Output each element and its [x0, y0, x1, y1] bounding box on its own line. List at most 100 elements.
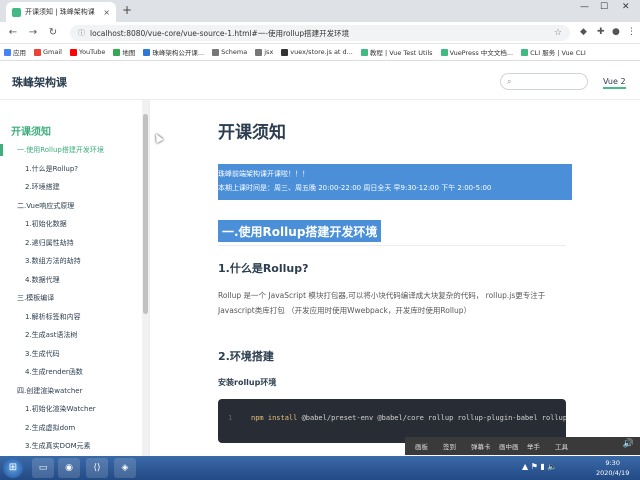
system-tray[interactable]: ▲ ⚑ ▮ 🔈	[522, 462, 557, 471]
player-button[interactable]: 工具	[555, 441, 583, 451]
bookmark-favicon-icon	[143, 48, 151, 56]
sidebar-item[interactable]: 2.环境搭建	[25, 182, 60, 192]
sidebar: 开课须知 一.使用Rollup搭建开发环境 1.什么是Rollup? 2.环境搭建二…	[0, 100, 150, 456]
sidebar-item[interactable]: 3.生成代码	[25, 349, 60, 359]
bookmarks-bar: 应用 Gmail YouTube 地图 珠峰架构公开课... Schema jsx vuex/…	[0, 44, 640, 61]
player-button[interactable]: 签到	[443, 441, 471, 451]
nav-link-vue2[interactable]: Vue 2	[603, 77, 626, 89]
sidebar-item[interactable]: 4.生成render函数	[25, 367, 83, 377]
player-button[interactable]: 弹幕卡	[471, 441, 499, 451]
profile-icon[interactable]: ●	[612, 27, 620, 37]
sidebar-item[interactable]: 3.生成真实DOM元素	[25, 441, 91, 451]
sidebar-item[interactable]: 三.模板编译	[17, 293, 54, 303]
close-window-icon[interactable]: ✕	[622, 2, 630, 12]
start-button[interactable]: ⊞	[3, 458, 23, 478]
bookmark-label: 教程 | Vue Test Utils	[369, 49, 433, 57]
section-heading: 一.使用Rollup搭建开发环境	[218, 220, 382, 242]
sidebar-item[interactable]: 一.使用Rollup搭建开发环境	[17, 145, 104, 155]
bookmark-item[interactable]: CLI 服务 | Vue CLI	[521, 47, 586, 57]
bookmark-item[interactable]: VuePress 中文文档...	[440, 47, 514, 57]
bookmark-item[interactable]: Schema	[212, 48, 247, 56]
sidebar-item[interactable]: 2.生成ast语法树	[25, 330, 77, 340]
bookmark-favicon-icon	[212, 48, 220, 56]
site-navbar: 珠峰架构课 ⌕ Vue 2	[0, 62, 640, 100]
puzzle-icon[interactable]: ✚	[597, 27, 605, 37]
main-content: 开课须知 珠峰前端架构课开课啦！！！ 本期上课时间是：周三、周五晚 20:00-…	[150, 100, 640, 456]
code-line-number: 1	[228, 414, 233, 422]
bookmark-item[interactable]: 教程 | Vue Test Utils	[360, 47, 433, 57]
sidebar-scrollbar[interactable]	[142, 100, 149, 456]
bookmark-label: Schema	[221, 48, 248, 56]
bookmark-label: VuePress 中文文档...	[449, 49, 514, 57]
bookmark-favicon-icon	[113, 48, 121, 56]
bookmark-item[interactable]: 珠峰架构公开课...	[143, 47, 204, 57]
back-icon[interactable]: ←	[6, 26, 20, 40]
reload-icon[interactable]: ↻	[46, 26, 60, 40]
maximize-icon[interactable]: ☐	[600, 2, 608, 12]
terminal-app-icon[interactable]: ▭	[32, 458, 54, 478]
address-bar[interactable]: ⓘ localhost:8080/vue-core/vue-source-1.h…	[70, 25, 570, 41]
forward-icon[interactable]: →	[26, 26, 40, 40]
extension-icon[interactable]: ◆	[580, 27, 587, 37]
bookmark-item[interactable]: 应用	[4, 47, 26, 57]
bookmark-item[interactable]: vuex/store.js at d...	[281, 48, 353, 56]
bookmark-item[interactable]: jsx	[255, 48, 273, 56]
new-tab-button[interactable]: +	[120, 4, 134, 18]
bookmark-item[interactable]: YouTube	[69, 48, 106, 56]
bookmark-label: jsx	[264, 48, 274, 56]
bookmark-item[interactable]: 地图	[113, 47, 135, 57]
bookmark-favicon-icon	[255, 48, 263, 56]
system-clock[interactable]: 9:30 2020/4/19	[596, 458, 629, 478]
bookmark-favicon-icon	[69, 48, 77, 56]
player-button[interactable]: 画中画	[499, 441, 527, 451]
sidebar-item[interactable]: 四.创建渲染watcher	[17, 386, 82, 396]
browser-toolbar: ← → ↻ ⓘ localhost:8080/vue-core/vue-sour…	[0, 22, 640, 44]
bookmark-item[interactable]: Gmail	[34, 48, 62, 56]
sidebar-item[interactable]: 3.数组方法的劫持	[25, 256, 81, 266]
notice-line-1: 珠峰前端架构课开课啦！！！	[218, 170, 309, 178]
search-input[interactable]: ⌕	[500, 73, 588, 90]
bookmark-label: Gmail	[43, 48, 62, 56]
sidebar-scroll-thumb[interactable]	[143, 114, 148, 314]
bookmark-label: CLI 服务 | Vue CLI	[530, 49, 586, 57]
minimize-icon[interactable]: —	[580, 2, 589, 12]
bookmark-favicon-icon	[281, 48, 289, 56]
bookmark-favicon-icon	[440, 48, 448, 56]
heading-divider	[218, 245, 566, 246]
windows-taskbar: ⊞ ▭ ◉ ⟨⟩ ◈ ▲ ⚑ ▮ 🔈 9:30 2020/4/19	[0, 456, 640, 480]
subheading-what-is-rollup: 1.什么是Rollup?	[218, 262, 309, 275]
menu-icon[interactable]: ⋮	[627, 27, 636, 37]
bookmark-favicon-icon	[521, 48, 529, 56]
notice-line-2: 本期上课时间是：周三、周五晚 20:00-22:00 周日全天 早9:30-12…	[218, 184, 492, 192]
vscode-app-icon[interactable]: ⟨⟩	[86, 458, 108, 478]
url-text[interactable]: localhost:8080/vue-core/vue-source-1.htm…	[90, 28, 549, 39]
sidebar-item[interactable]: 1.初始化数据	[25, 219, 67, 229]
sidebar-item[interactable]: 1.初始化渲染Watcher	[25, 404, 96, 414]
player-button[interactable]: 画板	[415, 441, 443, 451]
volume-icon[interactable]: 🔊	[623, 439, 634, 449]
bookmark-label: 珠峰架构公开课...	[152, 49, 205, 57]
code-command: npm install @babel/preset-env @babel/cor…	[251, 414, 566, 422]
sidebar-item[interactable]: 2.递归属性劫持	[25, 238, 74, 248]
sidebar-item[interactable]: 1.什么是Rollup?	[25, 164, 78, 174]
browser-tab[interactable]: 开课须知 | 珠峰架构课 ×	[6, 2, 116, 22]
sidebar-group-title[interactable]: 开课须知	[11, 123, 51, 138]
code-keyword: npm install	[251, 414, 298, 422]
tab-close-icon[interactable]: ×	[103, 8, 110, 17]
windows-logo-icon: ⊞	[8, 462, 18, 473]
subheading-env-setup: 2.环境搭建	[218, 350, 274, 363]
sidebar-item[interactable]: 4.数据代理	[25, 275, 60, 285]
chrome-app-icon[interactable]: ◉	[58, 458, 80, 478]
bookmark-star-icon[interactable]: ☆	[554, 28, 562, 38]
site-title[interactable]: 珠峰架构课	[12, 74, 67, 90]
app-icon[interactable]: ◈	[114, 458, 136, 478]
bookmark-label: 应用	[13, 49, 26, 57]
bookmark-label: YouTube	[78, 48, 106, 56]
sidebar-item[interactable]: 1.解析标签和内容	[25, 312, 81, 322]
info-icon[interactable]: ⓘ	[78, 28, 85, 38]
clock-time: 9:30	[605, 459, 620, 467]
player-button[interactable]: 举手	[527, 441, 555, 451]
sidebar-item[interactable]: 二.Vue响应式原理	[17, 201, 74, 211]
clock-date: 2020/4/19	[596, 469, 630, 477]
sidebar-item[interactable]: 2.生成虚拟dom	[25, 423, 75, 433]
